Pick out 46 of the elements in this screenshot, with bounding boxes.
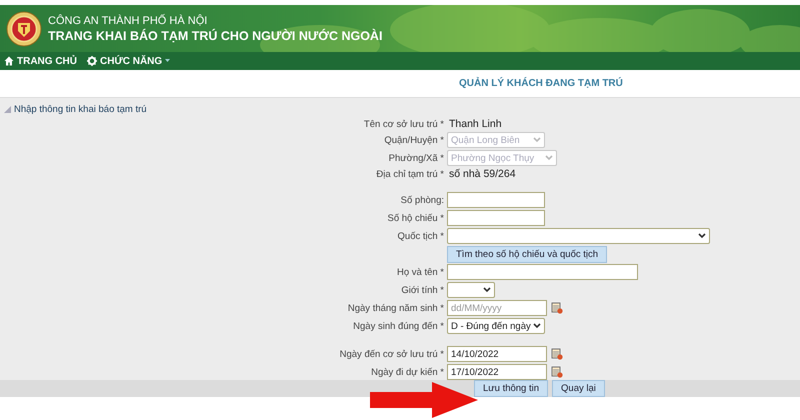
chevron-icon — [545, 155, 553, 161]
field-label: Số phòng: — [400, 194, 445, 206]
page-title: QUẢN LÝ KHÁCH ĐANG TẠM TRÚ — [459, 78, 623, 89]
field-label: Ngày đến cơ sở lưu trú * — [340, 348, 445, 360]
site-title: TRANG KHAI BÁO TẠM TRÚ CHO NGƯỜI NƯỚC NGOÀI — [48, 28, 382, 42]
date-field[interactable]: dd/MM/yyyy — [447, 300, 547, 316]
field-label: Ngày tháng năm sinh * — [348, 302, 445, 314]
collapse-icon[interactable] — [4, 106, 11, 113]
search-button[interactable]: Tìm theo số hộ chiếu và quốc tịch — [447, 246, 608, 262]
section-title: Nhập thông tin khai báo tạm trú — [14, 104, 147, 115]
field-label: Địa chỉ tạm trú * — [376, 168, 445, 180]
chevron-icon — [698, 233, 706, 239]
field-label: Số hộ chiếu * — [387, 212, 445, 224]
field-label: Quốc tịch * — [398, 230, 445, 242]
nav-item[interactable]: TRANG CHỦ — [4, 56, 77, 66]
select-field[interactable] — [447, 282, 495, 298]
field-value: Thanh Linh — [448, 118, 503, 130]
emblem-icon — [6, 10, 42, 46]
date-field[interactable]: 14/10/2022 — [447, 346, 547, 362]
chevron-icon — [483, 287, 491, 293]
field-label: Phường/Xã * — [388, 152, 445, 164]
action-button[interactable]: Quay lại — [552, 380, 605, 397]
field-label: Giới tính * — [401, 284, 445, 296]
input-field[interactable] — [447, 264, 638, 280]
field-label: Ngày đi dự kiến * — [371, 366, 445, 378]
org-name: CÔNG AN THÀNH PHỐ HÀ NỘI — [48, 14, 208, 26]
field-label: Ngày sinh đúng đến * — [353, 320, 445, 332]
calendar-icon[interactable] — [551, 302, 563, 314]
date-field[interactable]: 17/10/2022 — [447, 364, 547, 380]
caret-icon — [165, 59, 170, 63]
home-icon — [4, 56, 14, 66]
gear-icon — [87, 56, 97, 66]
field-value: số nhà 59/264 — [448, 168, 517, 180]
input-field[interactable] — [447, 192, 545, 208]
select-field[interactable]: D - Đúng đến ngày — [447, 318, 545, 334]
calendar-icon[interactable] — [551, 348, 563, 360]
select-field[interactable] — [447, 228, 710, 244]
action-button[interactable]: Lưu thông tin — [474, 380, 548, 397]
field-label: Tên cơ sở lưu trú * — [364, 118, 445, 130]
calendar-icon[interactable] — [551, 366, 563, 378]
chevron-icon — [533, 323, 541, 329]
input-field[interactable] — [447, 210, 545, 226]
chevron-icon — [533, 137, 541, 143]
field-label: Quận/Huyện * — [384, 134, 445, 146]
field-label: Họ và tên * — [397, 266, 445, 278]
nav-item[interactable]: CHỨC NĂNG — [87, 56, 170, 66]
